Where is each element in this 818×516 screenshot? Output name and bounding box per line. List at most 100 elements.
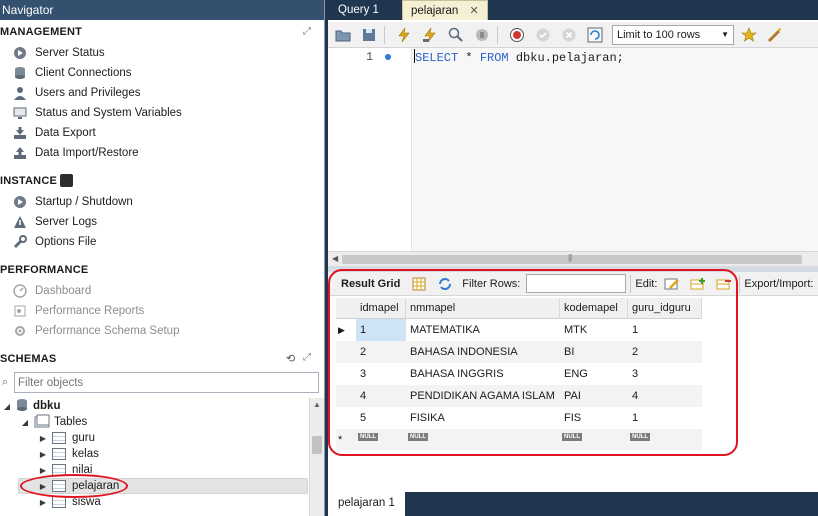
explain-icon[interactable] [445, 24, 467, 46]
nav-performance-reports[interactable]: Performance Reports [12, 302, 144, 320]
result-tabbar: pelajaran 1 [328, 492, 818, 516]
nav-item-label: Server Status [35, 47, 105, 59]
execute-icon[interactable] [393, 24, 415, 46]
navigator-scrollbar[interactable]: ▲ [309, 398, 324, 516]
filter-objects-input[interactable] [15, 373, 318, 392]
navigator-panel: Navigator MANAGEMENT ⤢ Server Status Cli… [0, 0, 325, 516]
nav-item-label: Performance Schema Setup [35, 325, 180, 337]
nav-status-variables[interactable]: Status and System Variables [12, 104, 182, 122]
sql-editor[interactable]: 1 SELECT * FROM dbku.pelajaran; [328, 48, 818, 251]
toggle-error-icon[interactable] [506, 24, 528, 46]
table-name: guru [72, 432, 96, 444]
report-icon [12, 303, 28, 319]
expand-arrow-icon[interactable]: ▶ [38, 465, 48, 475]
warning-icon [12, 214, 28, 230]
editor-hscrollbar[interactable]: ◀ ||| [328, 251, 818, 266]
table-item-kelas[interactable]: ▶ kelas [38, 446, 99, 462]
wrench-icon [12, 234, 28, 250]
highlight-ellipse [20, 474, 128, 498]
bookmark-star-icon[interactable] [738, 24, 760, 46]
commit-icon[interactable] [532, 24, 554, 46]
expand-arrow-icon[interactable]: ▶ [38, 433, 48, 443]
nav-options-file[interactable]: Options File [12, 233, 96, 251]
nav-performance-schema-setup[interactable]: Performance Schema Setup [12, 322, 179, 340]
expand-arrow-icon[interactable]: ▶ [38, 449, 48, 459]
table-icon [52, 448, 66, 460]
open-folder-icon[interactable] [332, 24, 354, 46]
tab-query1[interactable]: Query 1 [330, 0, 387, 20]
nav-server-logs[interactable]: Server Logs [12, 213, 97, 231]
scroll-up-icon[interactable]: ▲ [313, 400, 321, 409]
nav-item-label: Server Logs [35, 216, 98, 228]
refresh-icon[interactable]: ⟲ [286, 352, 295, 365]
performance-header: PERFORMANCE [0, 264, 89, 276]
expand-arrow-icon[interactable]: ◢ [20, 417, 30, 427]
schemas-header: SCHEMAS [0, 353, 57, 365]
tables-label: Tables [54, 416, 88, 428]
nav-data-export[interactable]: Data Export [12, 124, 96, 142]
import-icon [12, 145, 28, 161]
grip-icon: ||| [568, 253, 572, 262]
tables-folder-icon [34, 414, 50, 431]
schema-name: dbku [33, 400, 61, 412]
rollback-icon[interactable] [558, 24, 580, 46]
beautify-icon[interactable] [764, 24, 786, 46]
table-icon [52, 432, 66, 444]
nav-server-status[interactable]: Server Status [12, 44, 105, 62]
nav-users-privileges[interactable]: Users and Privileges [12, 84, 140, 102]
nav-item-label: Performance Reports [35, 305, 145, 317]
tab-result-pelajaran1[interactable]: pelajaran 1 [328, 492, 405, 516]
expand-icon[interactable]: ⤢ [303, 26, 311, 37]
nav-item-label: Data Import/Restore [35, 147, 139, 159]
table-item-guru[interactable]: ▶ guru [38, 430, 95, 446]
nav-startup-shutdown[interactable]: Startup / Shutdown [12, 193, 133, 211]
nav-dashboard[interactable]: Dashboard [12, 282, 91, 300]
table-name: kelas [72, 448, 99, 460]
tab-label: Query 1 [338, 4, 379, 16]
expand-arrow-icon[interactable]: ▶ [38, 497, 48, 507]
limit-rows-select[interactable]: Limit to 100 rows ▼ [612, 24, 734, 45]
export-icon [12, 125, 28, 141]
expand-arrow-icon[interactable]: ◢ [2, 401, 12, 411]
scrollbar-thumb[interactable] [342, 255, 802, 264]
save-icon[interactable] [358, 24, 380, 46]
code-area[interactable]: SELECT * FROM dbku.pelajaran; [411, 48, 818, 251]
nav-item-label: Users and Privileges [35, 87, 141, 99]
statement-marker-icon [385, 54, 391, 60]
scrollbar-thumb[interactable] [312, 436, 322, 454]
line-number: 1 [366, 50, 374, 64]
sql-line[interactable]: SELECT * FROM dbku.pelajaran; [414, 49, 624, 66]
tab-label: pelajaran [411, 5, 459, 17]
database-icon [16, 398, 28, 415]
monitor-icon [12, 105, 28, 121]
nav-item-label: Startup / Shutdown [35, 196, 133, 208]
nav-item-label: Dashboard [35, 285, 92, 297]
schema-dbku[interactable]: ◢ dbku [2, 398, 60, 414]
limit-rows-value: Limit to 100 rows [617, 28, 701, 41]
autocommit-icon[interactable] [584, 24, 606, 46]
filter-objects-field[interactable] [14, 372, 319, 393]
toolbar-separator [384, 25, 385, 44]
nav-item-label: Options File [35, 236, 97, 248]
tab-pelajaran[interactable]: pelajaran ✕ [402, 0, 488, 20]
expand-icon[interactable]: ⤢ [303, 352, 311, 363]
nav-item-label: Status and System Variables [35, 107, 182, 119]
close-icon[interactable]: ✕ [470, 5, 479, 17]
highlight-box [328, 269, 738, 456]
nav-data-import[interactable]: Data Import/Restore [12, 144, 139, 162]
stop-icon[interactable] [471, 24, 493, 46]
sql-keyword-select: SELECT [415, 51, 459, 65]
sql-text: * [458, 51, 480, 65]
nav-client-connections[interactable]: Client Connections [12, 64, 132, 82]
execute-current-icon[interactable] [419, 24, 441, 46]
nav-item-label: Client Connections [35, 67, 132, 79]
export-import-label: Export/Import: [744, 277, 814, 290]
user-icon [12, 85, 28, 101]
editor-gutter: 1 [328, 48, 398, 251]
search-icon: ⌕ [2, 376, 9, 388]
tables-node[interactable]: ◢ Tables [20, 414, 87, 430]
scroll-left-icon[interactable]: ◀ [332, 254, 338, 263]
sql-toolbar: Limit to 100 rows ▼ [328, 22, 818, 48]
play-circle-icon [12, 194, 28, 210]
instance-header: INSTANCE [0, 175, 58, 187]
